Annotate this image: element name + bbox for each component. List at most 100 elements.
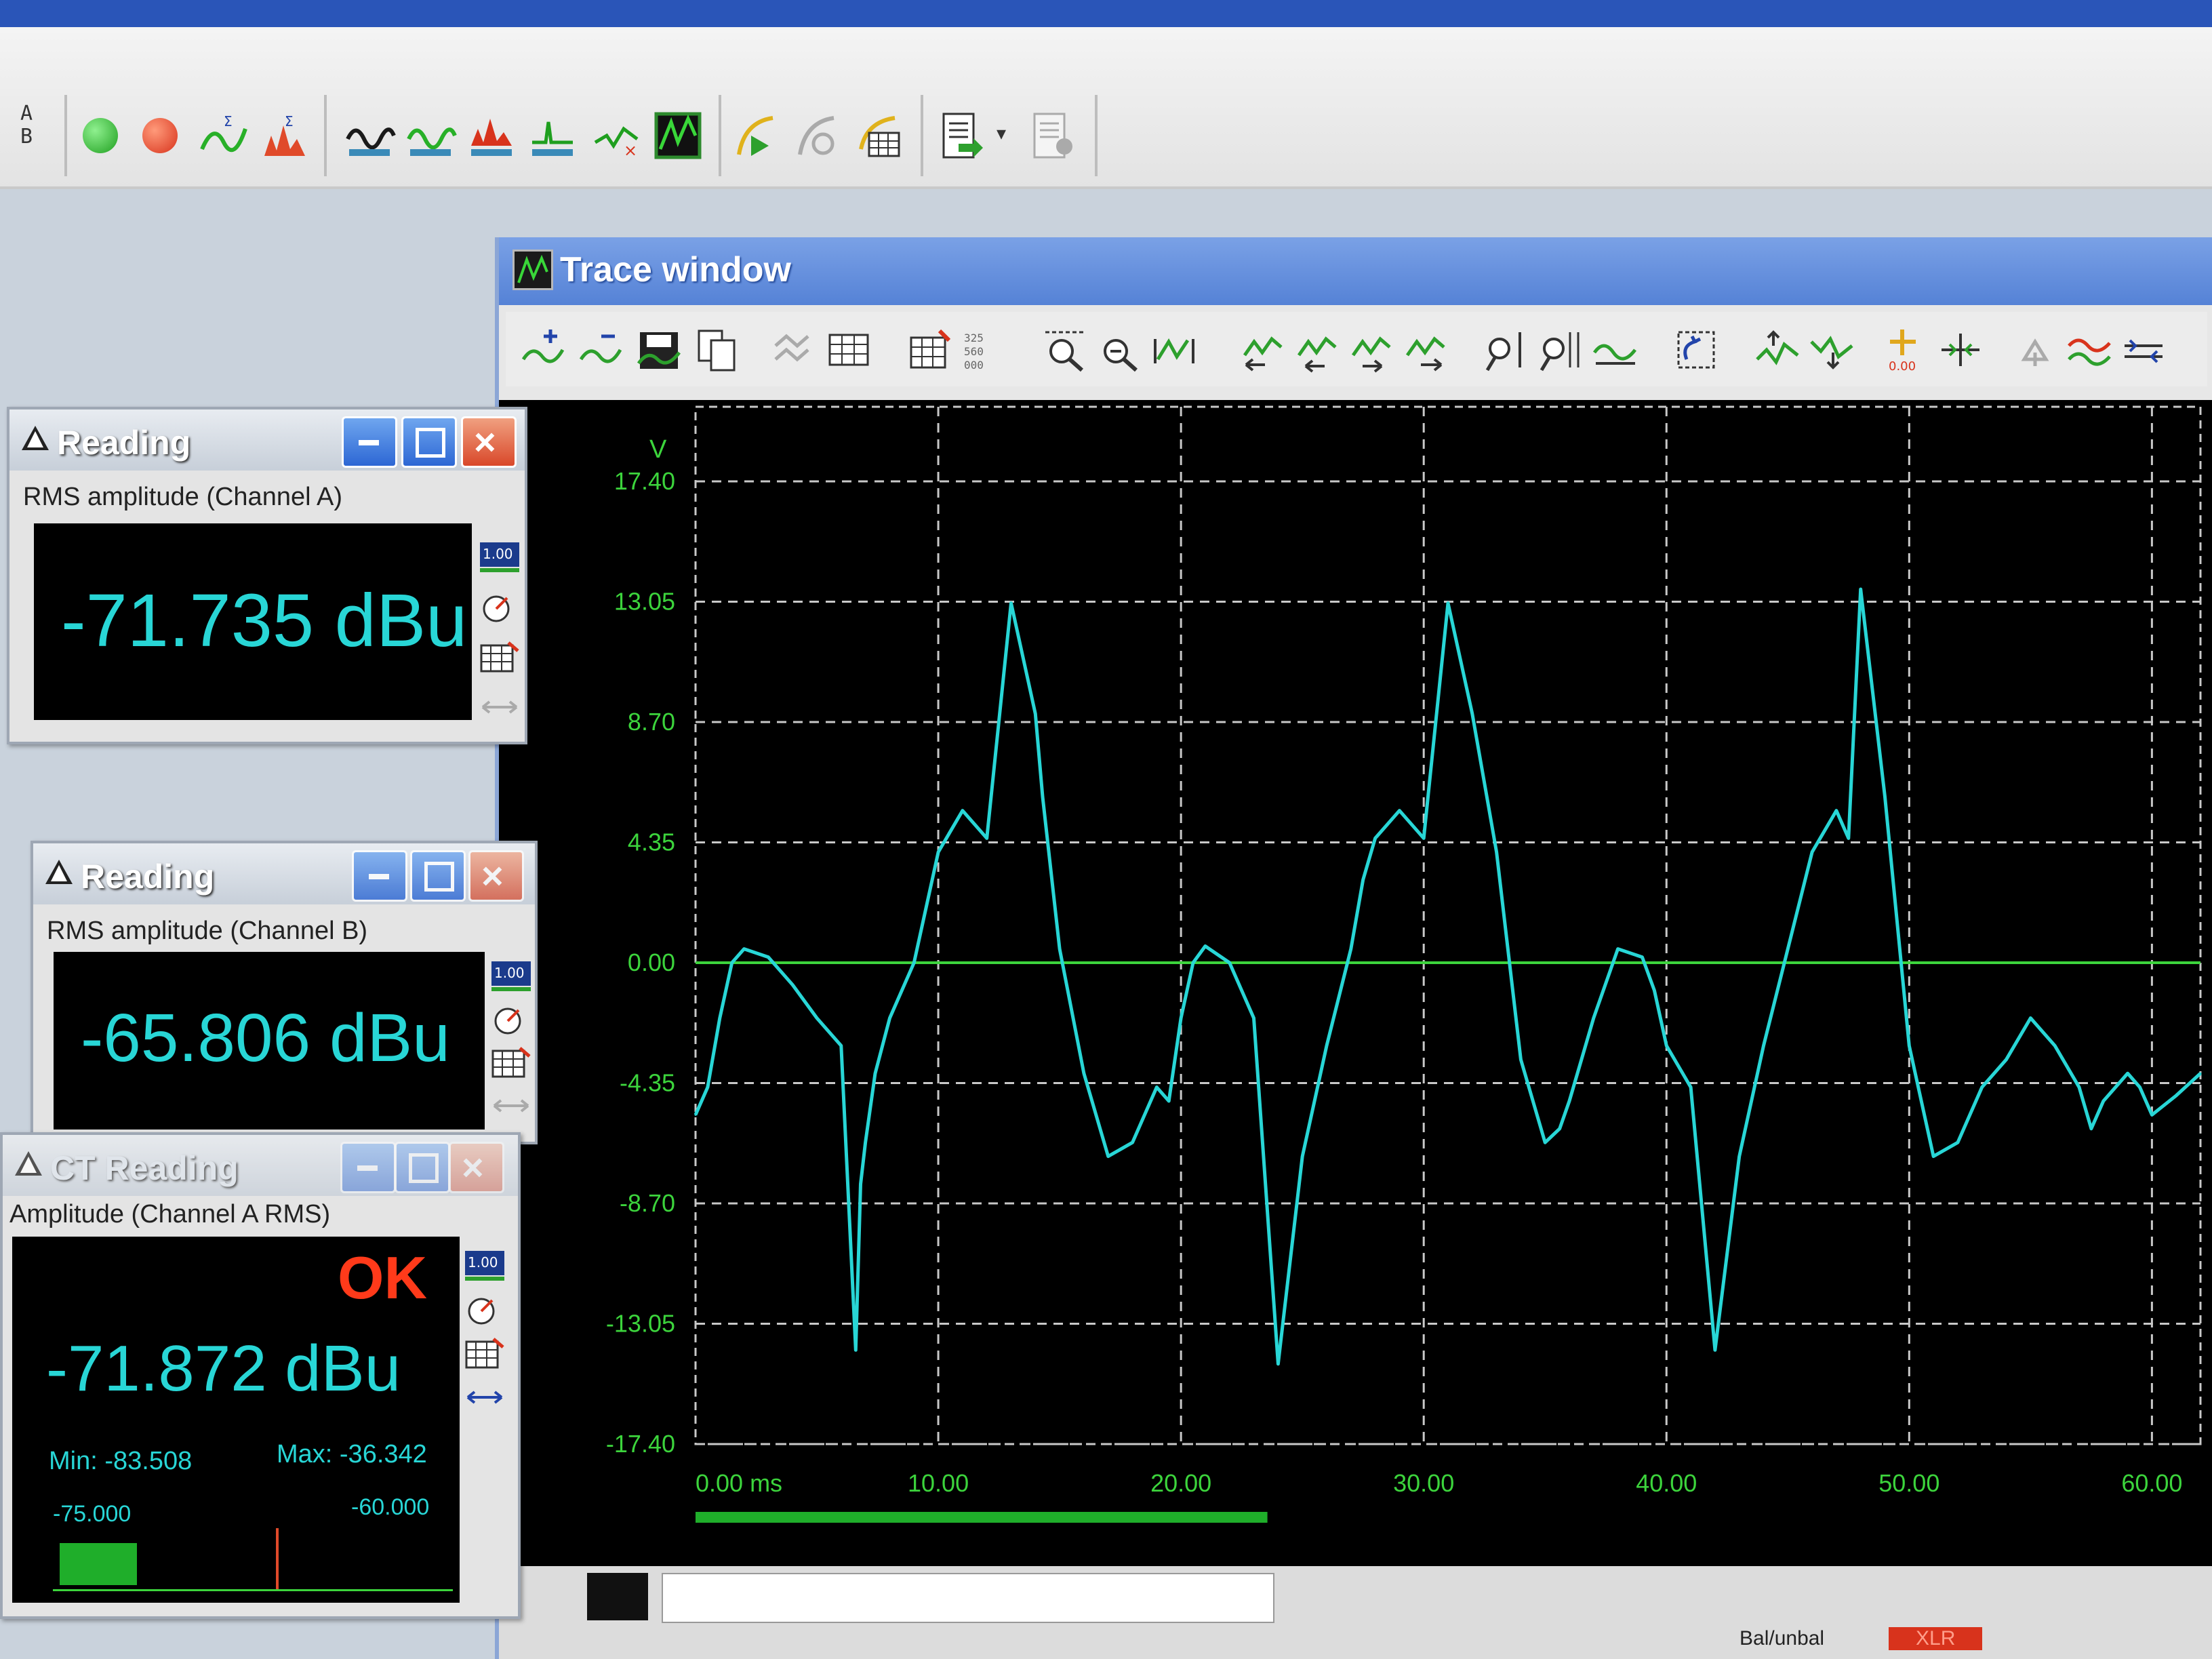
svg-text:1.00: 1.00 xyxy=(483,546,513,562)
trace-point xyxy=(743,948,746,951)
settings-grid-button[interactable] xyxy=(853,108,907,163)
sweep-fft-button[interactable]: Σ xyxy=(258,108,312,163)
reading-panel-a-titlebar[interactable]: Reading × xyxy=(9,409,525,471)
trace-window-icon xyxy=(654,112,702,159)
arrows-icon[interactable] xyxy=(462,1379,507,1416)
gauge-icon[interactable] xyxy=(489,1001,534,1037)
trace-window-titlebar[interactable]: Trace window xyxy=(499,237,2212,305)
compare-icon xyxy=(774,334,809,362)
peak-up-button[interactable] xyxy=(1753,325,1802,374)
trace-point xyxy=(706,1086,709,1089)
settings-button[interactable] xyxy=(2119,325,2168,374)
waveform-icon xyxy=(346,127,396,156)
overlay-button[interactable] xyxy=(2065,325,2114,374)
x-tick-label: 30.00 xyxy=(1393,1469,1454,1497)
trace-point xyxy=(1131,1141,1133,1144)
reading-panel-b-titlebar[interactable]: Reading × xyxy=(33,843,535,904)
trace-point xyxy=(2127,1072,2129,1075)
remove-trace-button[interactable] xyxy=(577,325,626,374)
dropdown-icon[interactable]: ▾ xyxy=(997,122,1006,144)
arrows-icon[interactable] xyxy=(489,1087,534,1124)
gauge-icon[interactable] xyxy=(462,1291,507,1327)
ab-label-a: A xyxy=(20,102,33,125)
trace-point xyxy=(2053,1044,2056,1047)
number-format-button[interactable]: 325 560 000 xyxy=(960,325,1009,374)
trace-chart[interactable]: 17.40 13.05 8.70 4.35 0.00 -4.35 -8.70 -13.05 -1… xyxy=(499,400,2212,1566)
trace-point xyxy=(2005,1058,2007,1061)
cursor-button[interactable] xyxy=(1292,325,1341,374)
maximize-button[interactable] xyxy=(410,850,466,902)
trace-point xyxy=(791,984,794,986)
minimize-button[interactable] xyxy=(352,850,407,902)
table-icon[interactable] xyxy=(489,1044,534,1081)
trace-window-button[interactable] xyxy=(651,108,705,163)
cursor2-button[interactable] xyxy=(1346,325,1395,374)
scale-max-label: -60.000 xyxy=(351,1494,430,1520)
save-trace-icon xyxy=(637,332,681,369)
histogram-button[interactable] xyxy=(525,108,580,163)
copy-button[interactable] xyxy=(692,325,741,374)
trace-point xyxy=(1041,795,1044,798)
play-curve-button[interactable] xyxy=(731,108,785,163)
app-toolbar: A B Σ Σ × ▾ xyxy=(0,27,2212,189)
next-button[interactable] xyxy=(1401,325,1449,374)
peak-down-button[interactable] xyxy=(1807,325,1856,374)
report-button[interactable] xyxy=(934,108,988,163)
gauge-icon[interactable] xyxy=(477,588,522,625)
fit-button[interactable] xyxy=(1150,325,1199,374)
table-button[interactable] xyxy=(824,325,873,374)
close-button[interactable]: × xyxy=(468,850,524,902)
zoom-out-button[interactable] xyxy=(1095,325,1144,374)
zoom-x-button[interactable] xyxy=(1536,325,1585,374)
table-icon[interactable] xyxy=(462,1335,507,1372)
maximize-button[interactable] xyxy=(401,416,457,468)
trace-plot[interactable]: 17.40 13.05 8.70 4.35 0.00 -4.35 -8.70 -13.05 -1… xyxy=(499,400,2212,1659)
maximize-button[interactable] xyxy=(395,1142,450,1193)
zoom-out-icon xyxy=(1104,339,1138,372)
zoom-in-button[interactable] xyxy=(1041,325,1090,374)
reading-icon xyxy=(45,860,73,884)
spectrum-icon xyxy=(471,119,512,156)
trace-point xyxy=(731,961,733,964)
ab-switch-icon[interactable]: A B xyxy=(0,102,41,156)
table-icon[interactable] xyxy=(477,639,522,675)
zoom-y-button[interactable] xyxy=(1482,325,1531,374)
level-scale xyxy=(53,1528,453,1591)
minimize-button[interactable] xyxy=(340,1142,396,1193)
status-field[interactable] xyxy=(662,1573,1274,1623)
stop-button[interactable] xyxy=(133,108,187,163)
svg-text:000: 000 xyxy=(964,359,984,372)
offset-button[interactable]: 0.00 xyxy=(1882,325,1931,374)
scale-100-icon[interactable]: 1.00 xyxy=(489,957,534,994)
report-export-button[interactable] xyxy=(1025,108,1079,163)
prev-button[interactable] xyxy=(1238,325,1287,374)
trace-point xyxy=(1592,1017,1595,1020)
save-trace-button[interactable] xyxy=(635,325,683,374)
arrows-icon[interactable] xyxy=(477,689,522,725)
scale-100-icon[interactable]: 1.00 xyxy=(462,1247,507,1283)
undo-button[interactable] xyxy=(2011,325,2059,374)
curve-button[interactable] xyxy=(792,108,846,163)
trace-x-button[interactable]: × xyxy=(590,108,644,163)
spectrum-button[interactable] xyxy=(464,108,519,163)
close-button[interactable]: × xyxy=(461,416,517,468)
xlr-label[interactable]: XLR xyxy=(1889,1627,1983,1650)
minimize-button[interactable] xyxy=(342,416,397,468)
ct-reading-panel-titlebar[interactable]: CT Reading × xyxy=(3,1135,518,1196)
trace-point xyxy=(1738,1155,1741,1158)
add-trace-button[interactable] xyxy=(519,325,568,374)
close-button[interactable]: × xyxy=(449,1142,504,1193)
refresh-button[interactable] xyxy=(1672,325,1721,374)
waveform-button[interactable] xyxy=(342,108,397,163)
sweep-button[interactable]: Σ xyxy=(197,108,251,163)
edit-table-button[interactable] xyxy=(906,325,954,374)
min-label: Min: -83.508 xyxy=(49,1447,193,1475)
compare-button[interactable] xyxy=(770,325,819,374)
start-button[interactable] xyxy=(73,108,127,163)
auto-scale-button[interactable] xyxy=(1590,325,1639,374)
trace-point xyxy=(1835,809,1838,812)
scale-100-icon[interactable]: 1.00 xyxy=(477,538,522,575)
move-button[interactable] xyxy=(1936,325,1985,374)
waveform-multi-button[interactable] xyxy=(403,108,458,163)
trace-point xyxy=(1362,879,1365,881)
